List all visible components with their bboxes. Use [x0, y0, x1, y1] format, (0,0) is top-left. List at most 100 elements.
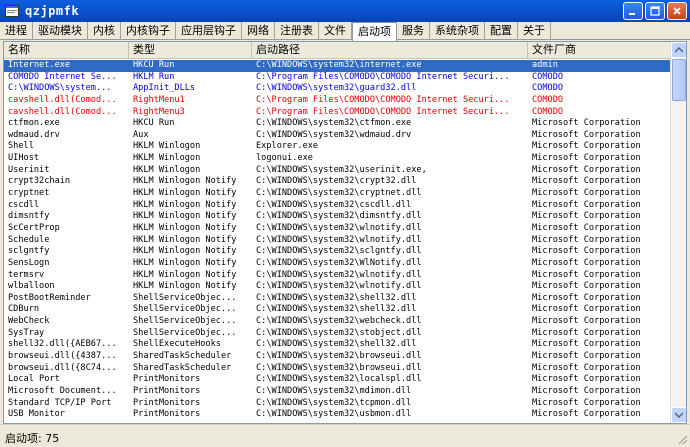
tab-0[interactable]: 进程 [0, 22, 33, 40]
table-row[interactable]: COMODO Internet Se... HKLM Run C:\Program … [4, 72, 672, 84]
table-cell: Microsoft Corporation [532, 211, 641, 222]
table-row[interactable]: USB Monitor PrintMonitors C:\WINDOWS\syste… [4, 409, 672, 421]
close-button[interactable] [667, 2, 687, 20]
tab-11[interactable]: 配置 [485, 22, 518, 40]
tab-7[interactable]: 文件 [319, 22, 352, 40]
table-row[interactable]: browseui.dll({4387... SharedTaskScheduler… [4, 351, 672, 363]
table-cell: logonui.exe [256, 153, 313, 164]
table-cell: cavshell.dll(Comod... [8, 106, 117, 117]
table-cell: C:\WINDOWS\system32\cscdll.dll [256, 199, 412, 210]
table-cell: RightMenu3 [133, 106, 185, 117]
table-row[interactable]: termsrv HKLM Winlogon Notify C:\WINDOWS\sy… [4, 270, 672, 282]
column-header-1[interactable]: 类型 [129, 42, 252, 59]
table-row[interactable]: crypt32chain HKLM Winlogon Notify C:\WINDO… [4, 176, 672, 188]
table-row[interactable]: SysTray ShellServiceObjec... C:\WINDOWS\sy… [4, 328, 672, 340]
tab-9[interactable]: 服务 [397, 22, 430, 40]
table-row[interactable]: Schedule HKLM Winlogon Notify C:\WINDOWS\s… [4, 235, 672, 247]
table-cell: Microsoft Corporation [532, 234, 641, 245]
table-cell: Userinit [8, 164, 50, 175]
table-row[interactable]: sclgntfy HKLM Winlogon Notify C:\WINDOWS\s… [4, 246, 672, 258]
table-cell: HKLM Winlogon Notify [133, 211, 237, 222]
column-header-2[interactable]: 启动路径 [252, 42, 528, 59]
scroll-thumb[interactable] [672, 59, 686, 101]
table-row[interactable]: UIHost HKLM Winlogon logonui.exe Microsoft … [4, 153, 672, 165]
table-cell: Microsoft Corporation [532, 374, 641, 385]
tab-10[interactable]: 系统杂项 [430, 22, 485, 40]
table-cell: PrintMonitors [133, 397, 201, 408]
table-row[interactable]: Shell HKLM Winlogon Explorer.exe Microsoft … [4, 141, 672, 153]
table-row[interactable]: SensLogn HKLM Winlogon Notify C:\WINDOWS\s… [4, 258, 672, 270]
table-cell: PrintMonitors [133, 409, 201, 420]
table-cell: HKLM Winlogon Notify [133, 257, 237, 268]
table-cell: C:\WINDOWS\system32\shell32.dll [256, 292, 417, 303]
table-row[interactable]: shell32.dll({AEB67... ShellExecuteHooks C:… [4, 339, 672, 351]
table-cell: Microsoft Document... [8, 385, 117, 396]
table-row[interactable]: dimsntfy HKLM Winlogon Notify C:\WINDOWS\s… [4, 211, 672, 223]
table-cell: C:\WINDOWS\system32\localspl.dll [256, 374, 422, 385]
tab-6[interactable]: 注册表 [275, 22, 319, 40]
table-cell: C:\Program Files\COMODO\COMODO Internet … [256, 71, 510, 82]
table-row[interactable]: Microsoft Document... PrintMonitors C:\WIN… [4, 386, 672, 398]
table-cell: Schedule [8, 234, 50, 245]
table-cell: Explorer.exe [256, 141, 319, 152]
tab-1[interactable]: 驱动模块 [33, 22, 88, 40]
table-row[interactable]: WebCheck ShellServiceObjec... C:\WINDOWS\s… [4, 316, 672, 328]
table-cell: C:\WINDOWS\system32\WlNotify.dll [256, 257, 422, 268]
table-row[interactable]: wlballoon HKLM Winlogon Notify C:\WINDOWS\… [4, 281, 672, 293]
column-header-0[interactable]: 名称 [4, 42, 129, 59]
table-cell: HKCU Run [133, 118, 175, 129]
table-row[interactable]: PostBootReminder ShellServiceObjec... C:\W… [4, 293, 672, 305]
main-window: qzjpmfk 进程 驱动模块 内核 内核钩子 应用层钩子 网络 注册表 文件 启动项 服务 系统杂… [0, 0, 690, 447]
table-cell: wdmaud.drv [8, 129, 60, 140]
table-row[interactable]: Userinit HKLM Winlogon C:\WINDOWS\system32… [4, 165, 672, 177]
tab-5[interactable]: 网络 [242, 22, 275, 40]
table-cell: C:\WINDOWS\system32\wlnotify.dll [256, 269, 422, 280]
table-cell: ShellServiceObjec... [133, 292, 237, 303]
vertical-scrollbar[interactable] [670, 42, 686, 423]
column-header-3[interactable]: 文件厂商 [528, 42, 672, 59]
tab-12[interactable]: 关于 [518, 22, 551, 40]
tab-4[interactable]: 应用层钩子 [176, 22, 242, 40]
table-cell: C:\WINDOWS\system32\internet.exe [256, 60, 422, 70]
minimize-button[interactable] [623, 2, 643, 20]
table-cell: C:\WINDOWS\system32\wlnotify.dll [256, 281, 422, 292]
minimize-icon [629, 13, 635, 15]
scroll-up-button[interactable] [671, 42, 686, 58]
table-cell: Microsoft Corporation [532, 164, 641, 175]
table-row[interactable]: C:\WINDOWS\system... AppInit_DLLs C:\WIND… [4, 83, 672, 95]
table-cell: HKLM Winlogon Notify [133, 269, 237, 280]
table-row[interactable]: CDBurn ShellServiceObjec... C:\WINDOWS\sys… [4, 304, 672, 316]
tab-8[interactable]: 启动项 [352, 22, 397, 41]
table-cell: HKLM Winlogon Notify [133, 176, 237, 187]
table-cell: C:\WINDOWS\system32\crypt32.dll [256, 176, 417, 187]
table-cell: Microsoft Corporation [532, 118, 641, 129]
table-row[interactable]: ScCertProp HKLM Winlogon Notify C:\WINDOWS… [4, 223, 672, 235]
table-row[interactable]: Internet.exe HKCU Run C:\WINDOWS\system32\… [4, 60, 672, 72]
maximize-button[interactable] [645, 2, 665, 20]
resize-grip-icon[interactable] [676, 433, 688, 445]
table-cell: C:\WINDOWS\system32\ctfmon.exe [256, 118, 412, 129]
table-row[interactable]: cscdll HKLM Winlogon Notify C:\WINDOWS\sys… [4, 200, 672, 212]
table-cell: C:\WINDOWS\system32\shell32.dll [256, 339, 417, 350]
tab-3[interactable]: 内核钩子 [121, 22, 176, 40]
scroll-down-button[interactable] [671, 407, 686, 423]
maximize-icon [650, 6, 660, 16]
startup-list[interactable]: 名称 类型 启动路径 文件厂商 Internet.exe HKCU Run C:\WIND… [3, 41, 687, 424]
table-row[interactable]: browseui.dll({8C74... SharedTaskScheduler… [4, 363, 672, 375]
table-cell: CDBurn [8, 304, 40, 315]
title-bar[interactable]: qzjpmfk [0, 0, 690, 22]
table-row[interactable]: wdmaud.drv Aux C:\WINDOWS\system32\wdmaud.… [4, 130, 672, 142]
table-row[interactable]: ctfmon.exe HKCU Run C:\WINDOWS\system32\ct… [4, 118, 672, 130]
table-cell: AppInit_DLLs [133, 83, 196, 94]
table-row[interactable]: Standard TCP/IP Port PrintMonitors C:\WIND… [4, 398, 672, 410]
table-row[interactable]: cavshell.dll(Comod... RightMenu1 C:\Progra… [4, 95, 672, 107]
table-row[interactable]: cryptnet HKLM Winlogon Notify C:\WINDOWS\s… [4, 188, 672, 200]
table-cell: UIHost [8, 153, 40, 164]
table-row[interactable]: Local Port PrintMonitors C:\WINDOWS\system… [4, 374, 672, 386]
table-cell: COMODO [532, 94, 564, 105]
table-cell: ScCertProp [8, 222, 60, 233]
table-cell: cscdll [8, 199, 40, 210]
table-row[interactable]: cavshell.dll(Comod... RightMenu3 C:\Progra… [4, 107, 672, 119]
tab-2[interactable]: 内核 [88, 22, 121, 40]
table-cell: HKLM Winlogon Notify [133, 246, 237, 257]
